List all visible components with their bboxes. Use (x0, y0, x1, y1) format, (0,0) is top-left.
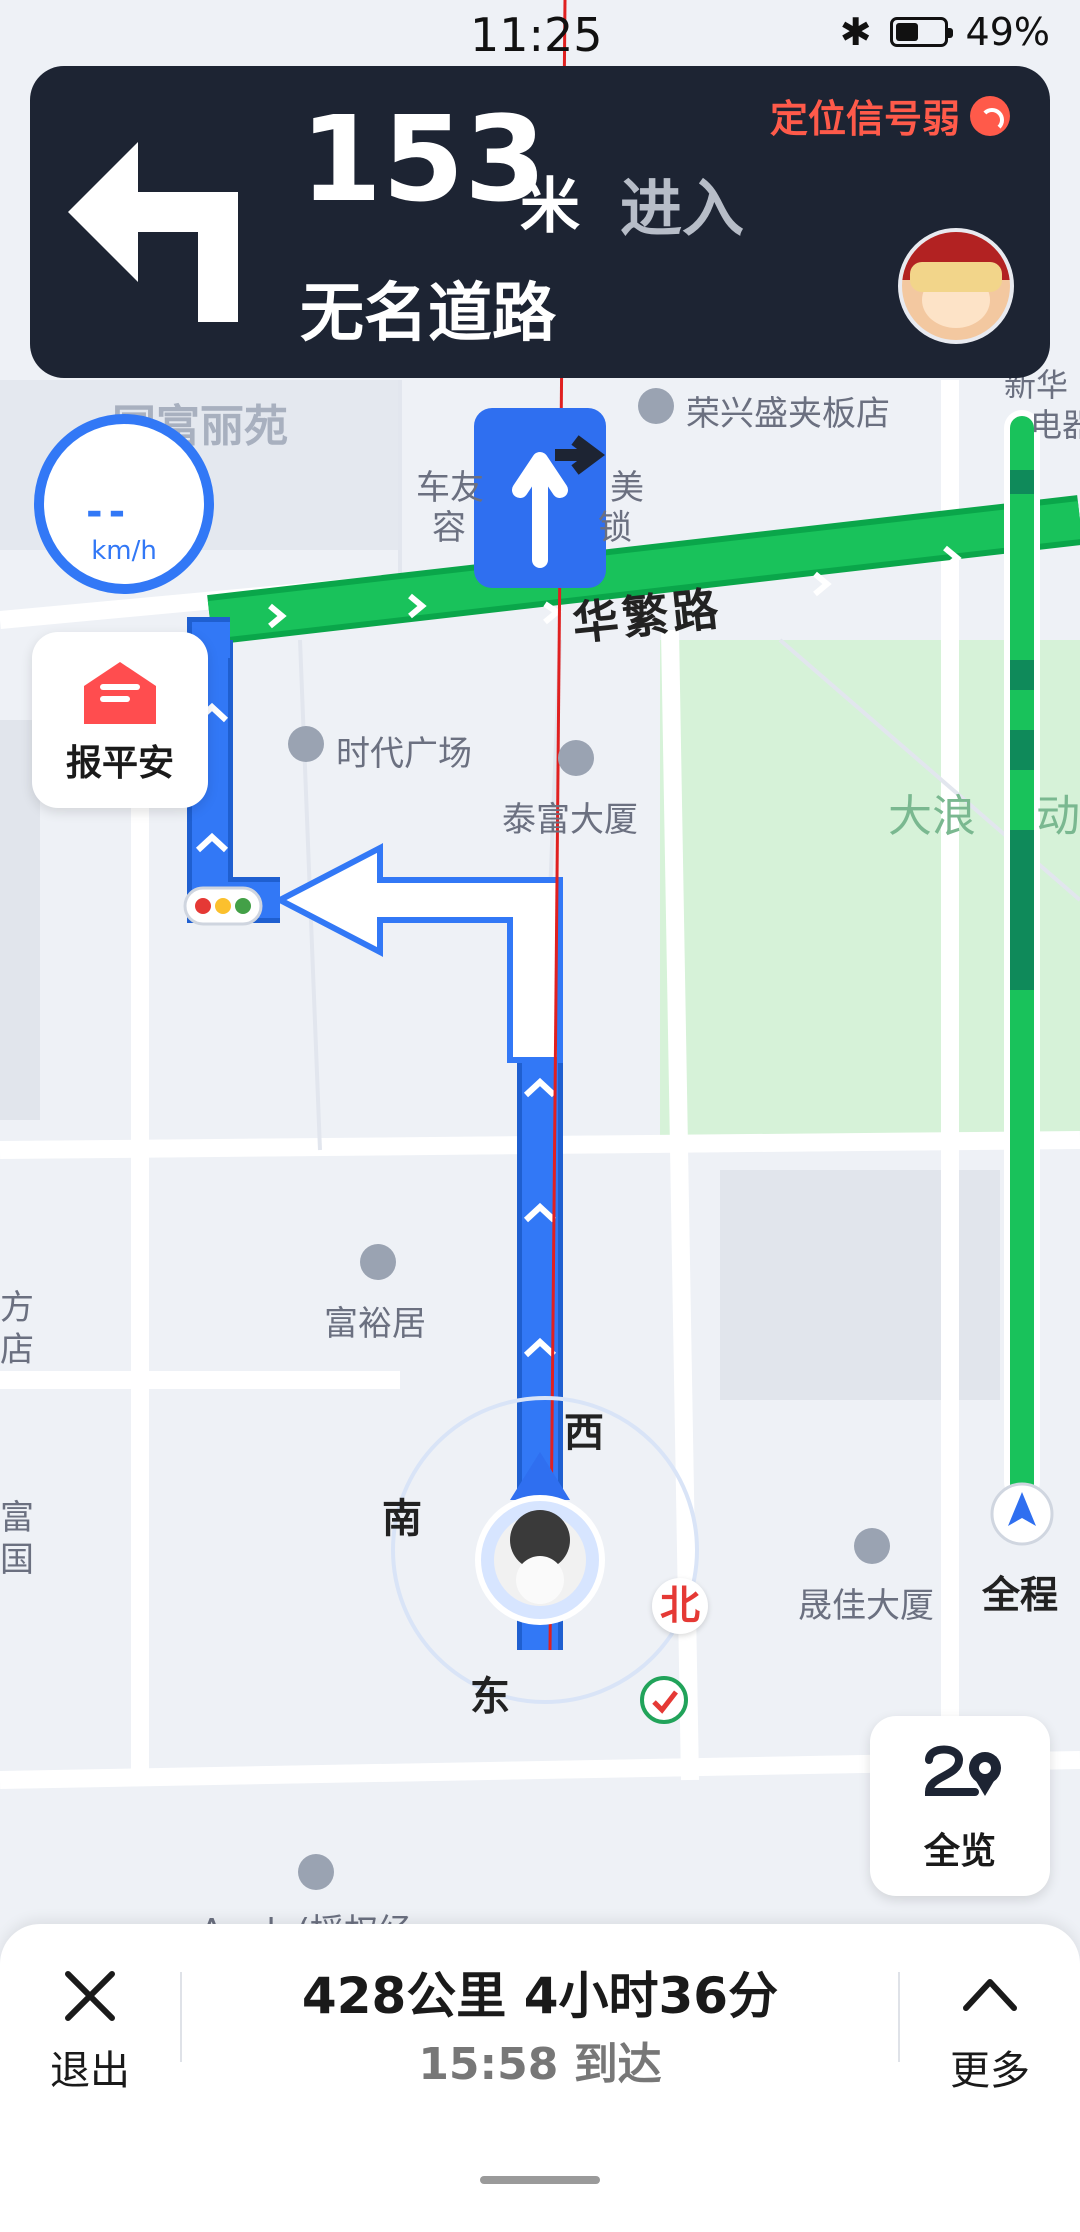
map-label-shop[interactable]: 荣兴盛夹板店 (686, 386, 890, 435)
battery-percent: 49% (965, 10, 1050, 54)
compass-north: 北 (652, 1578, 708, 1634)
close-icon (65, 1971, 115, 2021)
map-label-park: 大浪 (888, 791, 976, 842)
map-label-taifu[interactable]: 泰富大厦 (502, 792, 638, 841)
battery-icon (889, 17, 953, 47)
speed-unit: km/h (91, 536, 157, 566)
report-safe-label: 报平安 (65, 743, 174, 784)
route-overview-icon (924, 1745, 1001, 1796)
speed-indicator: -- km/h (34, 414, 214, 594)
gps-warning-text: 定位信号弱 (769, 97, 960, 141)
more-label: 更多 (950, 2048, 1030, 2094)
compass-south: 南 (382, 1496, 422, 1542)
overview-button[interactable]: 全览 (870, 1716, 1050, 1896)
turn-left-icon (68, 142, 238, 322)
distance-unit: 米 (520, 172, 580, 242)
maneuver-action: 进入 (620, 172, 745, 245)
overview-label: 全览 (923, 1831, 996, 1872)
map-label-plaza[interactable]: 时代广场 (336, 726, 472, 775)
user-avatar[interactable] (898, 228, 1014, 344)
bluetooth-icon: ✱ (839, 10, 872, 54)
exit-button[interactable]: 退出 (30, 1954, 150, 2094)
home-indicator[interactable] (480, 2176, 600, 2184)
trip-info-panel: 退出 428公里 4小时36分 15:58 到达 更多 (0, 1924, 1080, 2232)
navigation-guidance-card[interactable]: 153 米 进入 无名道路 定位信号弱 (30, 66, 1050, 378)
map-label-xinhua-2: 电器 (1030, 406, 1080, 444)
map-label-dian: 店 (0, 1330, 34, 1370)
exit-label: 退出 (50, 2048, 130, 2094)
gps-signal-warning: 定位信号弱 (770, 88, 1010, 143)
more-button[interactable]: 更多 (930, 1954, 1050, 2094)
compass-west: 西 (564, 1410, 604, 1456)
status-time: 11:25 (470, 8, 603, 62)
map-label-park-2: 动 (1036, 791, 1080, 842)
map-label-shengjia[interactable]: 晟佳大厦 (798, 1578, 934, 1627)
map-label-car-2: 容 (432, 508, 466, 548)
divider-right (898, 1972, 900, 2062)
report-safe-button[interactable]: 报平安 (32, 632, 208, 808)
next-road-name: 无名道路 (300, 277, 556, 351)
envelope-icon (84, 662, 156, 724)
distance-value: 153 (300, 90, 547, 228)
full-route-label[interactable]: 全程 (982, 1564, 1058, 1619)
map-label-fuyu[interactable]: 富裕居 (324, 1296, 426, 1345)
chevron-up-icon (963, 1979, 1017, 2011)
status-icons: ✱ 49% (840, 10, 1050, 54)
map-label-guo: 国 (0, 1540, 34, 1580)
compass-east: 东 (470, 1674, 510, 1720)
trip-summary[interactable]: 428公里 4小时36分 (180, 1956, 900, 2028)
map-label-suo: 锁 (598, 508, 632, 548)
arrival-time: 15:58 到达 (418, 2039, 662, 2090)
speed-value: -- (86, 489, 132, 535)
weak-signal-icon (970, 95, 1010, 136)
